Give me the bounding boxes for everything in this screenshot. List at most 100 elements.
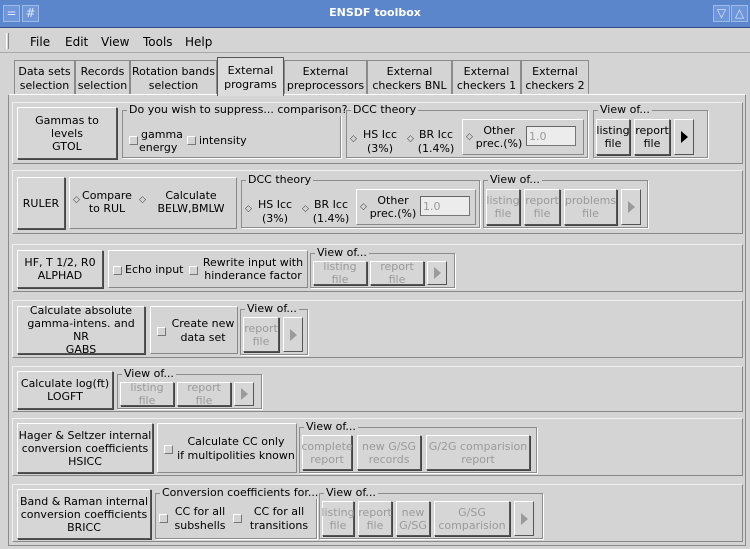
tab-label: checkers 1 [456, 79, 517, 92]
br-icc-radio[interactable]: ◇ [407, 135, 414, 144]
menu-file[interactable]: File [30, 35, 50, 49]
cc-all-transitions-checkbox[interactable] [233, 514, 242, 523]
group-title: View of... [598, 103, 652, 116]
button-label: listing file [323, 260, 357, 286]
ruler-more-arrow-icon[interactable] [621, 189, 641, 225]
tab-label: checkers 2 [525, 79, 585, 92]
button-label: report file [187, 381, 221, 407]
minimize-icon[interactable]: ▽ [713, 5, 730, 22]
maximize-icon[interactable]: △ [731, 5, 748, 22]
alphad-listing-file-button[interactable]: listing file [313, 260, 367, 286]
gtol-button[interactable]: Gammas to levels GTOL [17, 107, 117, 159]
button-label: file [252, 334, 270, 348]
tab-label: preprocessors [286, 79, 365, 92]
button-label: report file [380, 260, 414, 286]
bricc-row: Band & Raman internal conversion coeffic… [12, 484, 743, 542]
tab-rotation-bands-selection[interactable]: Rotation bands selection [130, 60, 217, 95]
menu-view[interactable]: View [101, 35, 129, 49]
button-label: records [368, 452, 410, 466]
bricc-new-gsg-button[interactable]: new G/SG [396, 501, 430, 536]
ruler-other-prec-label-1: Other [377, 194, 409, 207]
intensity-checkbox[interactable] [187, 136, 196, 145]
gabs-report-file-button[interactable]: report file [243, 317, 279, 352]
tab-external-programs[interactable]: External programs [217, 57, 284, 96]
tab-label: selection [19, 79, 70, 92]
calculate-belw-radio[interactable]: ◇ [139, 196, 146, 205]
button-label: complete [301, 439, 353, 453]
menu-help[interactable]: Help [185, 35, 212, 49]
bricc-gsg-comparision-button[interactable]: G/SG comparision [434, 501, 510, 536]
hs-icc-radio[interactable]: ◇ [350, 135, 357, 144]
ruler-hs-icc-radio[interactable]: ◇ [245, 205, 252, 214]
button-label: problems [564, 194, 617, 207]
tab-records-selection[interactable]: Records selection [75, 60, 130, 95]
button-label: report [461, 452, 495, 466]
create-new-data-set-checkbox[interactable] [157, 327, 166, 336]
alphad-button[interactable]: HF, T 1/2, R0 ALPHAD [17, 250, 103, 288]
button-label: file [366, 518, 384, 532]
tab-external-checkers-2[interactable]: External checkers 2 [521, 60, 589, 95]
tab-label: selection [77, 79, 128, 92]
bricc-report-file-button[interactable]: report file [358, 501, 392, 536]
menu-tools[interactable]: Tools [143, 35, 173, 49]
calc-label-2: if multipolities known [177, 449, 295, 462]
menu-edit[interactable]: Edit [65, 35, 88, 49]
button-label: file [582, 207, 599, 220]
group-title: View of... [488, 173, 542, 186]
ruler-problems-file-button[interactable]: problems file [564, 189, 617, 225]
transitions-label-1: CC for all [253, 505, 305, 518]
logft-report-file-button[interactable]: report file [177, 381, 231, 407]
ruler-button[interactable]: RULER [17, 177, 65, 229]
calculate-label-1: Calculate [165, 189, 217, 202]
other-prec-radio[interactable]: ◇ [466, 133, 473, 142]
logft-listing-file-button[interactable]: listing file [120, 381, 174, 407]
button-label: file [604, 137, 622, 150]
logft-more-arrow-icon[interactable] [234, 382, 254, 406]
button-label: report [244, 321, 278, 335]
gtol-more-arrow-icon[interactable] [674, 119, 694, 155]
alphad-report-file-button[interactable]: report file [370, 260, 424, 286]
calc-cc-only-checkbox[interactable] [164, 445, 173, 454]
logft-button[interactable]: Calculate log(ft) LOGFT [17, 371, 113, 409]
new-gsg-records-button[interactable]: new G/SG records [357, 435, 421, 470]
echo-input-checkbox[interactable] [113, 266, 122, 275]
other-prec-input[interactable]: 1.0 [526, 126, 576, 146]
ruler-other-prec-frame: ◇ Other prec.(%) 1.0 [356, 189, 476, 225]
gtol-listing-file-button[interactable]: listing file [596, 119, 630, 155]
ruler-report-file-button[interactable]: report file [524, 189, 560, 225]
ruler-other-prec-radio[interactable]: ◇ [360, 203, 367, 212]
hsicc-view-group: View of... complete report new G/SG reco… [299, 420, 537, 473]
bricc-more-arrow-icon[interactable] [514, 501, 534, 536]
hsicc-button[interactable]: Hager & Seltzer internal conversion coef… [17, 423, 153, 473]
gamma-energy-checkbox[interactable] [129, 136, 138, 145]
ruler-br-icc-radio[interactable]: ◇ [302, 205, 309, 214]
logft-row: Calculate log(ft) LOGFT View of... listi… [12, 366, 743, 412]
gabs-button[interactable]: Calculate absolute gamma-intens. and NR … [17, 304, 145, 356]
gabs-more-arrow-icon[interactable] [283, 317, 303, 352]
bricc-listing-file-button[interactable]: listing file [321, 501, 355, 536]
tab-external-checkers-1[interactable]: External checkers 1 [452, 60, 521, 95]
alphad-more-arrow-icon[interactable] [427, 261, 447, 285]
cc-all-subshells-checkbox[interactable] [159, 514, 168, 523]
button-label: report [310, 452, 344, 466]
gtol-report-file-button[interactable]: report file [634, 119, 670, 155]
tab-data-sets-selection[interactable]: Data sets selection [14, 60, 75, 95]
gabs-row: Calculate absolute gamma-intens. and NR … [12, 300, 743, 358]
complete-report-button[interactable]: complete report [301, 435, 353, 470]
bricc-view-group: View of... listing file report file new … [319, 486, 543, 539]
button-label: HSICC [68, 454, 102, 468]
compare-to-rul-radio[interactable]: ◇ [73, 196, 80, 205]
button-label: report [525, 194, 559, 207]
g2g-comparision-report-button[interactable]: G/2G comparision report [426, 435, 530, 470]
gtol-dcc-theory-group: DCC theory ◇ HS Icc (3%) ◇ BR Icc (1.4%)… [346, 103, 588, 158]
tab-external-preprocessors[interactable]: External preprocessors [284, 60, 367, 95]
tab-label: checkers BNL [372, 79, 447, 92]
tab-external-checkers-bnl[interactable]: External checkers BNL [367, 60, 452, 95]
ruler-other-prec-input[interactable]: 1.0 [420, 196, 470, 216]
bricc-button[interactable]: Band & Raman internal conversion coeffic… [17, 489, 151, 539]
other-prec-label-1: Other [483, 124, 515, 137]
tab-label: External [532, 65, 578, 78]
rewrite-input-checkbox[interactable] [189, 266, 198, 275]
button-label: Calculate log(ft) [20, 377, 110, 390]
ruler-listing-file-button[interactable]: listing file [486, 189, 520, 225]
